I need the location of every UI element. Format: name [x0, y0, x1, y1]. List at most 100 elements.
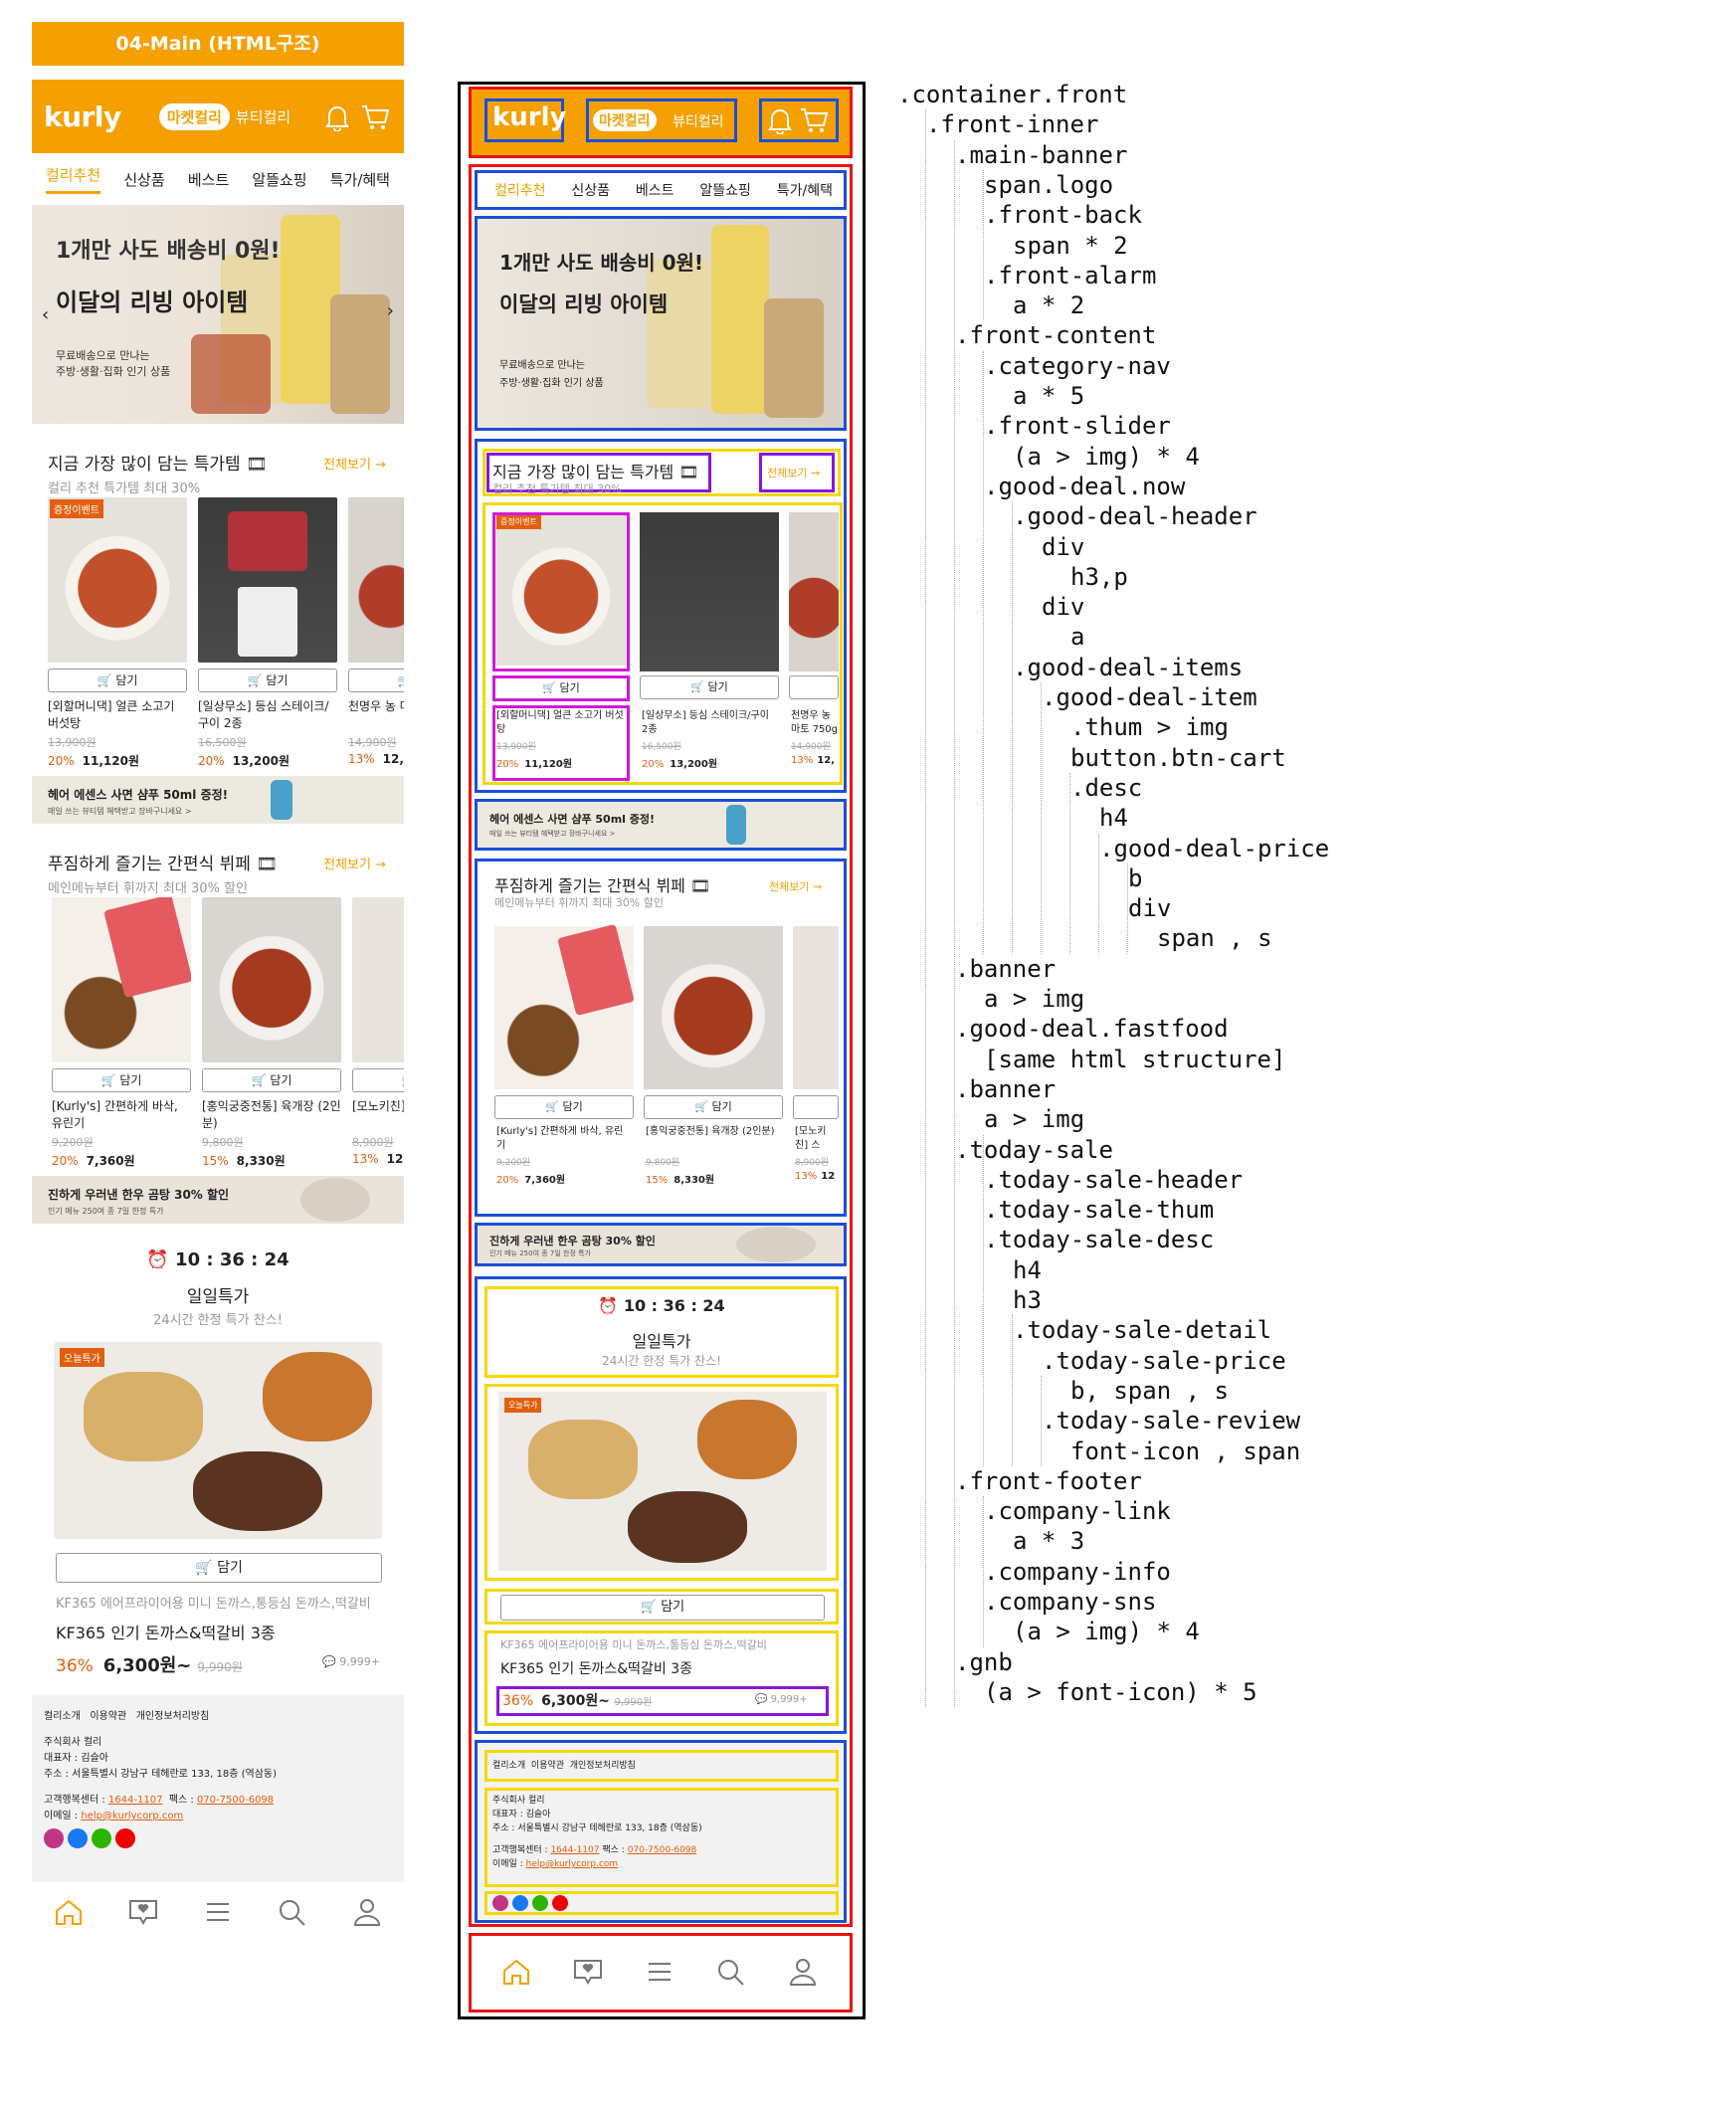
- logo[interactable]: kurly: [492, 102, 566, 132]
- market-kurly-tab[interactable]: 마켓컬리: [593, 109, 657, 131]
- good-deal-item[interactable]: 🛒 담기 [Kurly's] 간편하게 바삭, 유린기 9,200원 20% 7,…: [52, 897, 191, 1176]
- item-original-price: 9,200원: [496, 1158, 531, 1168]
- cart-button[interactable]: 🛒 담기: [52, 1068, 191, 1092]
- fax-link[interactable]: 070-7500-6098: [628, 1845, 696, 1855]
- tree-node: span.logo: [984, 170, 1114, 199]
- tree-node: a * 3: [1013, 1527, 1085, 1556]
- slider-next-icon[interactable]: ›: [387, 300, 394, 321]
- item-thumb[interactable]: [494, 923, 635, 1089]
- tab-kurly-recommend[interactable]: 컬리추천: [494, 180, 546, 200]
- link-privacy[interactable]: 개인정보처리방침: [136, 1711, 210, 1722]
- link-about[interactable]: 컬리소개: [44, 1711, 81, 1722]
- front-slider[interactable]: 1개만 사도 배송비 0원! 이달의 리빙 아이템 무료배송으로 만나는 주방·생…: [32, 205, 404, 424]
- tab-new[interactable]: 신상품: [571, 180, 610, 200]
- item-original-price: 8,900원: [795, 1158, 830, 1168]
- item-name: [Kurly's] 간편하게 바삭, 유린기: [52, 1099, 178, 1130]
- cs-phone-link[interactable]: 1644-1107: [550, 1845, 599, 1855]
- good-deal-item[interactable]: 🛒 담기 [홍익궁중전통] 육개장 (2인분) 9,800원 15% 8,330원: [202, 897, 341, 1176]
- banner[interactable]: 헤어 에센스 사면 샴푸 50ml 증정! 매일 쓰는 뷰티템 혜택받고 장바구…: [32, 776, 404, 824]
- cart-button[interactable]: [789, 675, 839, 699]
- view-all-link[interactable]: 전체보기 →: [769, 878, 822, 894]
- cart-button[interactable]: 🛒 담기: [644, 1095, 783, 1119]
- facebook-icon[interactable]: [512, 1895, 528, 1911]
- bell-icon[interactable]: [324, 103, 350, 131]
- email-link[interactable]: help@kurlycorp.com: [526, 1859, 619, 1869]
- tab-best[interactable]: 베스트: [636, 180, 675, 200]
- logo[interactable]: kurly: [44, 100, 121, 133]
- tab-special[interactable]: 특가/혜택: [777, 180, 833, 200]
- user-icon[interactable]: [787, 1957, 819, 1987]
- tree-guide-line: [1098, 833, 1099, 954]
- link-privacy[interactable]: 개인정보처리방침: [570, 1761, 636, 1771]
- search-icon[interactable]: [277, 1897, 308, 1927]
- chat-icon[interactable]: [127, 1897, 159, 1927]
- view-all-link[interactable]: 전체보기 →: [323, 854, 386, 872]
- cart-button[interactable]: 🛒 담기: [202, 1068, 341, 1092]
- cart-button[interactable]: 🛒 담기: [48, 669, 187, 692]
- today-sale-thumb[interactable]: 오늘특가: [498, 1392, 827, 1571]
- today-badge: 오늘특가: [60, 1348, 104, 1367]
- home-icon[interactable]: [53, 1897, 85, 1927]
- item-thumb[interactable]: [644, 926, 783, 1089]
- good-deal-item[interactable]: 🛒 담기 [모노키친] 스 8,900원 13%12: [352, 897, 404, 1176]
- chat-icon[interactable]: [572, 1957, 604, 1987]
- cart-button[interactable]: 🛒 담기: [640, 675, 779, 699]
- today-cart-button[interactable]: 🛒 담기: [56, 1553, 382, 1583]
- item-thumb[interactable]: [640, 512, 779, 671]
- good-deal-item[interactable]: 🛒 담기 천명우 농 마토 750g 14,900원 13%12,: [348, 497, 404, 776]
- market-kurly-tab[interactable]: 마켓컬리: [158, 102, 230, 130]
- blog-icon[interactable]: [92, 1828, 111, 1848]
- tab-best[interactable]: 베스트: [188, 169, 229, 190]
- view-all-link[interactable]: 전체보기 →: [323, 454, 386, 473]
- search-icon[interactable]: [715, 1957, 747, 1987]
- cart-button[interactable]: 🛒 담기: [348, 669, 404, 692]
- tree-node: .good-deal-price: [1099, 834, 1330, 862]
- banner[interactable]: 진하게 우러낸 한우 곰탕 30% 할인 인기 메뉴 250여 종 7일 한정 …: [32, 1176, 404, 1224]
- cs-phone-link[interactable]: 1644-1107: [108, 1795, 163, 1806]
- tab-bargain[interactable]: 알뜰쇼핑: [252, 169, 306, 190]
- view-all-link[interactable]: 전체보기 →: [767, 465, 820, 480]
- cart-button[interactable]: 🛒 담기: [352, 1068, 404, 1092]
- email-link[interactable]: help@kurlycorp.com: [81, 1811, 183, 1821]
- beauty-kurly-tab[interactable]: 뷰티컬리: [673, 111, 724, 131]
- cart-button[interactable]: 🛒 담기: [198, 669, 337, 692]
- item-thumb[interactable]: [789, 512, 839, 671]
- cart-icon[interactable]: [799, 106, 829, 134]
- tab-bargain[interactable]: 알뜰쇼핑: [699, 180, 751, 200]
- blog-icon[interactable]: [532, 1895, 548, 1911]
- link-terms[interactable]: 이용약관: [531, 1761, 564, 1771]
- cart-button[interactable]: 🛒 담기: [494, 1095, 634, 1119]
- slider-prev-icon[interactable]: ‹: [42, 304, 49, 325]
- fax-link[interactable]: 070-7500-6098: [197, 1795, 274, 1806]
- cart-button[interactable]: 🛒 담기: [498, 679, 624, 695]
- today-cart-button[interactable]: 🛒 담기: [500, 1595, 825, 1621]
- home-icon[interactable]: [500, 1957, 532, 1987]
- tree-guide-line: [925, 109, 926, 1708]
- tab-special[interactable]: 특가/혜택: [330, 169, 390, 190]
- link-about[interactable]: 컬리소개: [492, 1761, 525, 1771]
- tree-guide-line: [1127, 862, 1128, 954]
- youtube-icon[interactable]: [552, 1895, 568, 1911]
- tab-new[interactable]: 신상품: [123, 169, 164, 190]
- today-sale-thumb[interactable]: 오늘특가: [54, 1342, 382, 1539]
- user-icon[interactable]: [351, 1897, 383, 1927]
- good-deal-item[interactable]: 🛒 담기 [일상무소] 등심 스테이크/구이 2종 16,500원 20% 13,…: [198, 497, 337, 776]
- tab-kurly-recommend[interactable]: 컬리추천: [46, 164, 101, 194]
- menu-icon[interactable]: [644, 1957, 675, 1987]
- link-terms[interactable]: 이용약관: [90, 1711, 126, 1722]
- youtube-icon[interactable]: [115, 1828, 135, 1848]
- item-thumb[interactable]: [793, 926, 839, 1089]
- hero-line-1: 1개만 사도 배송비 0원!: [56, 239, 281, 264]
- bell-icon[interactable]: [767, 106, 793, 134]
- menu-icon[interactable]: [202, 1897, 234, 1927]
- instagram-icon[interactable]: [492, 1895, 508, 1911]
- tree-node: .today-sale: [955, 1135, 1113, 1164]
- beauty-kurly-tab[interactable]: 뷰티컬리: [236, 106, 290, 127]
- instagram-icon[interactable]: [44, 1828, 64, 1848]
- cart-icon[interactable]: [360, 103, 390, 131]
- item-name: [모노키친] 스: [795, 1126, 827, 1151]
- facebook-icon[interactable]: [68, 1828, 88, 1848]
- good-deal-item[interactable]: 증정이벤트 🛒 담기 [외할머니댁] 얼큰 소고기 버섯탕 13,900원 20…: [48, 497, 187, 776]
- company-link: 컬리소개 이용약관 개인정보처리방침: [492, 1758, 636, 1771]
- cart-button[interactable]: [793, 1095, 839, 1119]
